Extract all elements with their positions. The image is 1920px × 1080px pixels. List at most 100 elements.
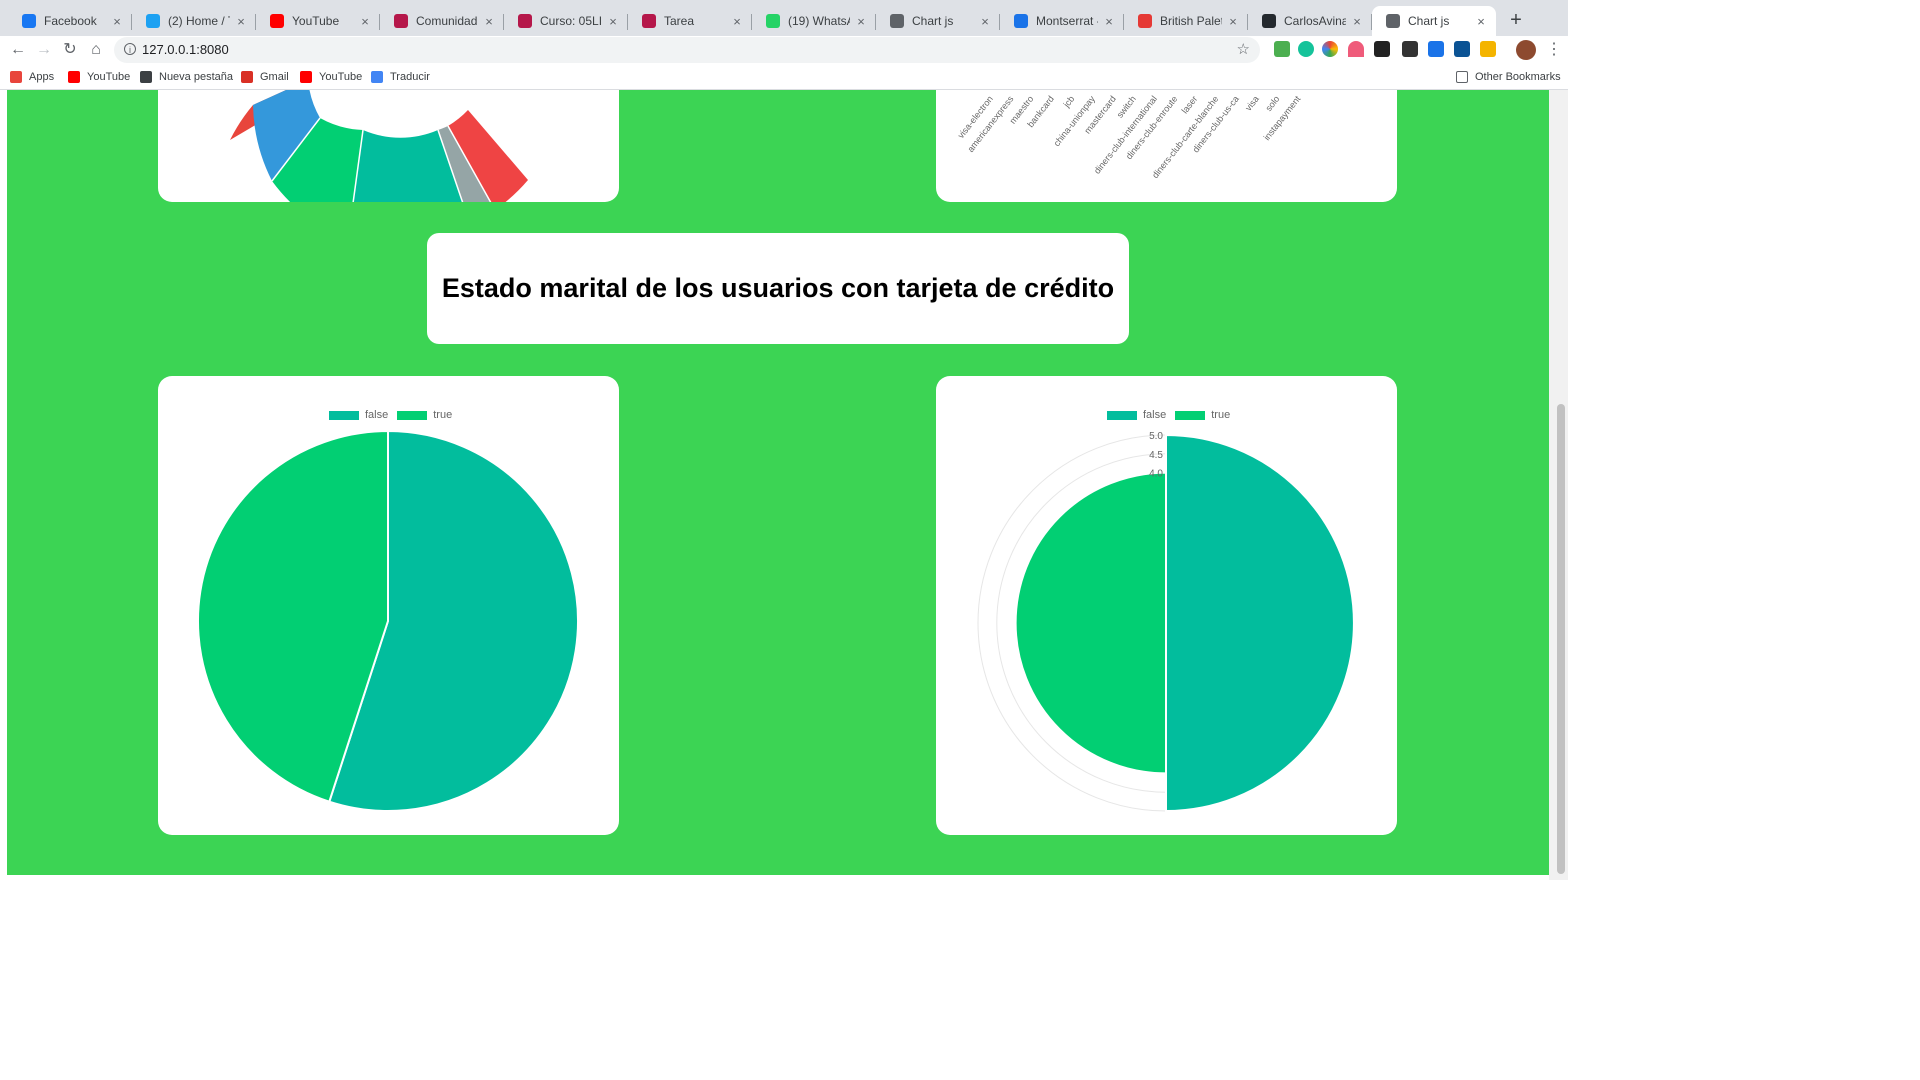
bookmark-label: Traducir — [390, 71, 430, 83]
apps-grid-icon — [10, 71, 22, 83]
whatsapp-icon — [766, 14, 780, 28]
url-text[interactable]: 127.0.0.1:8080 — [142, 42, 229, 57]
tab-5[interactable]: Curso: 05LIS85 × — [504, 6, 628, 36]
grammarly-icon[interactable] — [1298, 41, 1314, 57]
bookmark-youtube[interactable]: YouTube — [300, 69, 362, 85]
youtube-icon — [68, 71, 80, 83]
doughnut-chart — [230, 90, 528, 245]
youtube-icon — [270, 14, 284, 28]
back-arrow-icon[interactable]: ← — [8, 40, 28, 60]
close-icon[interactable]: × — [1226, 14, 1240, 29]
close-icon[interactable]: × — [1350, 14, 1364, 29]
polar-area-chart-card: false true 5.0 4.5 4.0 — [936, 376, 1397, 835]
tab-title: Curso: 05LIS85 — [540, 14, 602, 28]
close-icon[interactable]: × — [1474, 14, 1488, 29]
tab-10[interactable]: British Palette × — [1124, 6, 1248, 36]
tab-7[interactable]: (19) WhatsApp × — [752, 6, 876, 36]
extension-icon[interactable] — [1480, 41, 1496, 57]
other-bookmarks[interactable]: Other Bookmarks — [1456, 69, 1561, 85]
bookmark-label: YouTube — [319, 71, 363, 83]
page-content: visa-electron americanexpress maestro bankc… — [7, 90, 1549, 875]
tab-title: (2) Home / Twitter — [168, 14, 230, 28]
bar-chart-card: visa-electron americanexpress maestro bankc… — [936, 90, 1397, 202]
bookmark-label: Gmail — [260, 71, 289, 83]
close-icon[interactable]: × — [1102, 14, 1116, 29]
browser-toolbar: ← → ↻ ⌂ i 127.0.0.1:8080 ☆ ⋮ — [0, 36, 1568, 64]
google-fonts-icon — [1014, 14, 1028, 28]
avatar[interactable] — [1516, 40, 1536, 60]
extension-icon[interactable] — [1402, 41, 1418, 57]
close-icon[interactable]: × — [606, 14, 620, 29]
close-icon[interactable]: × — [482, 14, 496, 29]
bookmark-nueva-pestaña[interactable]: Nueva pestaña — [140, 69, 233, 85]
new-tab-button[interactable]: + — [1506, 10, 1526, 30]
polar-area-chart[interactable]: 5.0 4.5 4.0 — [936, 376, 1397, 835]
scrollbar-thumb[interactable] — [1557, 404, 1565, 874]
tab-9[interactable]: Montserrat - Google Fonts × — [1000, 6, 1124, 36]
close-icon[interactable]: × — [358, 14, 372, 29]
delta-icon — [642, 14, 656, 28]
close-icon[interactable]: × — [730, 14, 744, 29]
extension-icon[interactable] — [1428, 41, 1444, 57]
tab-title: Comunidad Dev — [416, 14, 478, 28]
extension-icon[interactable] — [1274, 41, 1290, 57]
x-axis-tick-label: jcb — [1061, 93, 1077, 110]
close-icon[interactable]: × — [978, 14, 992, 29]
forward-arrow-icon[interactable]: → — [34, 40, 54, 60]
tab-1[interactable]: Facebook × — [8, 6, 132, 36]
tab-title: Tarea — [664, 14, 695, 28]
tab-title: Chart js — [1408, 14, 1450, 28]
close-icon[interactable]: × — [234, 14, 248, 29]
globe-icon — [1386, 14, 1400, 28]
r-axis-tick-label: 4.5 — [1149, 450, 1163, 461]
info-icon[interactable]: i — [124, 43, 136, 55]
x-axis-tick-label: solo — [1263, 93, 1282, 114]
bookmarks-bar: Other Bookmarks Apps YouTube Nueva pestaña… — [0, 64, 1568, 90]
tab-strip: Facebook×(2) Home / Twitter×YouTube×Comu… — [0, 0, 1568, 36]
close-icon[interactable]: × — [854, 14, 868, 29]
facebook-icon — [22, 14, 36, 28]
bookmark-apps[interactable]: Apps — [10, 69, 54, 85]
tab-12[interactable]: Chart js × — [1372, 6, 1496, 36]
home-icon[interactable]: ⌂ — [86, 40, 106, 60]
close-icon[interactable]: × — [110, 14, 124, 29]
bookmark-youtube[interactable]: YouTube — [68, 69, 130, 85]
color-picker-icon[interactable] — [1322, 41, 1338, 57]
tab-title: Facebook — [44, 14, 97, 28]
menu-icon[interactable]: ⋮ — [1546, 40, 1562, 60]
extension-icon[interactable] — [1454, 41, 1470, 57]
tab-title: British Palette — [1160, 14, 1222, 28]
bookmark-label: Nueva pestaña — [159, 71, 233, 83]
delta-icon — [394, 14, 408, 28]
globe-icon — [140, 71, 152, 83]
extension-icon[interactable] — [1374, 41, 1390, 57]
tab-6[interactable]: Tarea × — [628, 6, 752, 36]
tab-2[interactable]: (2) Home / Twitter × — [132, 6, 256, 36]
gmail-icon — [241, 71, 253, 83]
globe-icon — [890, 14, 904, 28]
section-heading: Estado marital de los usuarios con tarje… — [427, 233, 1129, 344]
bookmark-gmail[interactable]: Gmail — [241, 69, 289, 85]
github-icon — [1262, 14, 1276, 28]
translate-icon — [371, 71, 383, 83]
reload-icon[interactable]: ↻ — [60, 40, 80, 60]
tab-4[interactable]: Comunidad Dev × — [380, 6, 504, 36]
r-axis-tick-label: 4.0 — [1149, 469, 1163, 480]
palette-icon — [1138, 14, 1152, 28]
tab-8[interactable]: Chart js × — [876, 6, 1000, 36]
bookmark-star-icon[interactable]: ☆ — [1237, 40, 1250, 58]
tab-3[interactable]: YouTube × — [256, 6, 380, 36]
polar-segment-false[interactable] — [1165, 433, 1355, 813]
doughnut-chart-card — [158, 90, 619, 245]
tab-11[interactable]: CarlosAvina/Chart × — [1248, 6, 1372, 36]
tab-title: Chart js — [912, 14, 954, 28]
pie-chart[interactable] — [158, 376, 619, 835]
bookmark-label: Apps — [29, 71, 55, 83]
bookmark-traducir[interactable]: Traducir — [371, 69, 430, 85]
youtube-icon — [300, 71, 312, 83]
address-bar[interactable]: i 127.0.0.1:8080 ☆ — [114, 37, 1260, 63]
pocket-icon[interactable] — [1348, 41, 1364, 57]
other-bookmarks-label: Other Bookmarks — [1475, 71, 1561, 83]
polar-segment-true[interactable] — [1014, 471, 1167, 775]
tab-title: (19) WhatsApp — [788, 14, 850, 28]
